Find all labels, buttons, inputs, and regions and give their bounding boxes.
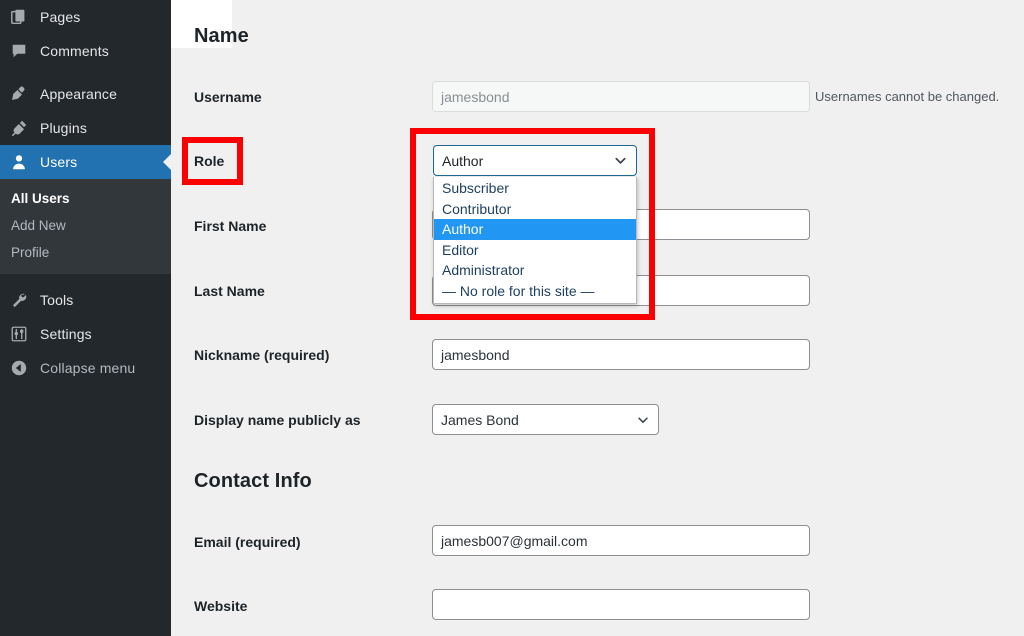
sidebar-item-profile[interactable]: Profile <box>0 239 171 266</box>
sidebar-item-label: Collapse menu <box>38 360 135 376</box>
role-option-administrator[interactable]: Administrator <box>434 260 636 281</box>
pages-icon <box>10 7 38 27</box>
label-last-name: Last Name <box>194 283 265 299</box>
role-option-subscriber[interactable]: Subscriber <box>434 178 636 199</box>
username-help-text: Usernames cannot be changed. <box>815 89 999 104</box>
plugins-plug-icon <box>10 118 38 138</box>
sidebar-item-label: Plugins <box>38 120 87 136</box>
sidebar-divider-2 <box>0 274 171 283</box>
sidebar-item-plugins[interactable]: Plugins <box>0 111 171 145</box>
role-option-author[interactable]: Author <box>434 219 636 240</box>
display-name-select[interactable]: James Bond <box>432 404 659 435</box>
sidebar-item-label: Settings <box>38 326 92 342</box>
role-select-value: Author <box>442 153 483 169</box>
admin-sidebar: Pages Comments Appearance <box>0 0 171 636</box>
display-name-value: James Bond <box>441 412 519 428</box>
screen: Pages Comments Appearance <box>0 0 1024 636</box>
label-email: Email (required) <box>194 534 301 550</box>
role-options-list[interactable]: Subscriber Contributor Author Editor Adm… <box>433 177 637 304</box>
role-select[interactable]: Author <box>433 145 637 176</box>
label-username: Username <box>194 89 262 105</box>
sidebar-item-label: Appearance <box>38 86 117 102</box>
sidebar-item-comments[interactable]: Comments <box>0 34 171 68</box>
label-role: Role <box>194 153 224 169</box>
sidebar-item-label: Users <box>38 154 77 170</box>
sidebar-item-pages[interactable]: Pages <box>0 0 171 34</box>
chevron-down-icon <box>613 153 628 168</box>
users-person-icon <box>10 152 38 172</box>
label-display-name: Display name publicly as <box>194 412 361 428</box>
sidebar-item-add-new[interactable]: Add New <box>0 212 171 239</box>
sidebar-item-label: Comments <box>38 43 109 59</box>
sidebar-item-label: Tools <box>38 292 73 308</box>
sidebar-item-appearance[interactable]: Appearance <box>0 77 171 111</box>
label-nickname: Nickname (required) <box>194 347 329 363</box>
nickname-input[interactable]: jamesbond <box>432 339 810 370</box>
role-option-editor[interactable]: Editor <box>434 240 636 261</box>
sidebar-item-label: Pages <box>38 9 80 25</box>
section-title-contact-info: Contact Info <box>194 470 312 493</box>
settings-sliders-icon <box>10 324 38 344</box>
active-menu-pointer-icon <box>163 153 171 171</box>
sidebar-item-settings[interactable]: Settings <box>0 317 171 351</box>
username-input: jamesbond <box>432 81 810 112</box>
profile-form: Name Username jamesbond Usernames cannot… <box>171 0 1024 636</box>
comments-icon <box>10 41 38 61</box>
chevron-down-icon <box>636 413 650 427</box>
website-input[interactable] <box>432 589 810 620</box>
sidebar-item-users[interactable]: Users <box>0 145 171 179</box>
tools-wrench-icon <box>10 290 38 310</box>
sidebar-item-collapse-menu[interactable]: Collapse menu <box>0 351 171 385</box>
role-option-no-role[interactable]: — No role for this site — <box>434 281 636 302</box>
collapse-arrow-icon <box>10 358 38 378</box>
sidebar-item-all-users[interactable]: All Users <box>0 185 171 212</box>
email-input[interactable]: jamesb007@gmail.com <box>432 525 810 556</box>
sidebar-divider-1 <box>0 68 171 77</box>
label-website: Website <box>194 598 247 614</box>
role-option-contributor[interactable]: Contributor <box>434 199 636 220</box>
sidebar-item-tools[interactable]: Tools <box>0 283 171 317</box>
label-first-name: First Name <box>194 218 266 234</box>
users-submenu: All Users Add New Profile <box>0 179 171 274</box>
appearance-brush-icon <box>10 84 38 104</box>
label-nickname-text: Nickname (required) <box>194 347 329 363</box>
page-title-name: Name <box>194 25 249 48</box>
